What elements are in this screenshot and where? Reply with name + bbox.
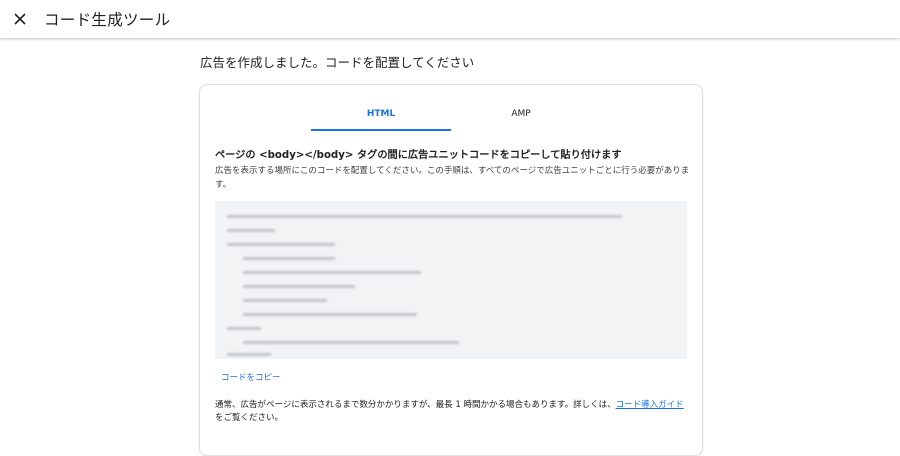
- tab-html[interactable]: HTML: [311, 103, 451, 131]
- tab-amp[interactable]: AMP: [451, 103, 591, 131]
- code-line: [243, 313, 417, 316]
- instruction-heading: ページの <body></body> タグの間に広告ユニットコードをコピーして貼…: [215, 150, 622, 161]
- page-title: コード生成ツール: [44, 11, 171, 29]
- notice-suffix: をご覧ください。: [215, 413, 284, 423]
- copy-code-button[interactable]: コードをコピー: [221, 371, 281, 383]
- instruction-text: 広告を表示する場所にこのコードを配置してください。この手順は、すべてのページで広…: [215, 166, 690, 190]
- code-line: [243, 257, 335, 260]
- code-line: [227, 215, 622, 218]
- tab-indicator: [311, 129, 451, 131]
- code-block[interactable]: [215, 201, 687, 359]
- code-line: [227, 243, 335, 246]
- code-line: [243, 271, 421, 274]
- tab-bar: HTML AMP: [311, 103, 591, 131]
- code-line: [227, 327, 261, 330]
- code-line: [243, 341, 459, 344]
- code-line: [243, 285, 355, 288]
- top-bar: コード生成ツール: [0, 0, 900, 38]
- code-card: HTML AMP ページの <body></body> タグの間に広告ユニットコ…: [199, 84, 703, 456]
- code-guide-link[interactable]: コード導入ガイド: [616, 400, 684, 410]
- main-heading: 広告を作成しました。コードを配置してください: [200, 55, 475, 70]
- notice-text: 通常、広告がページに表示されるまで数分かかりますが、最長 1 時間かかる場合もあ…: [215, 399, 690, 425]
- code-line: [227, 229, 275, 232]
- code-line: [227, 353, 271, 356]
- close-icon[interactable]: [10, 9, 30, 29]
- notice-body: 通常、広告がページに表示されるまで数分かかりますが、最長 1 時間かかる場合もあ…: [215, 400, 616, 410]
- code-line: [243, 299, 327, 302]
